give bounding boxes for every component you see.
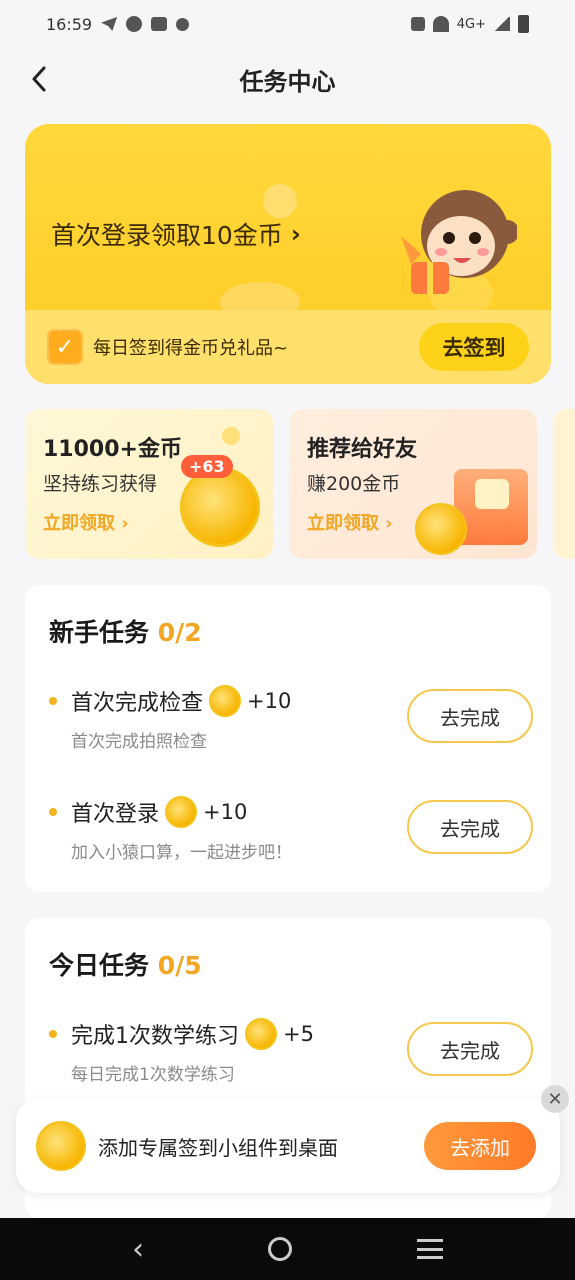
checkin-text: 每日签到得金币兑礼品~	[93, 338, 289, 359]
promo-card-refer[interactable]: 推荐给好友 赚200金币 立即领取 ›	[289, 409, 537, 559]
status-bar: 16:59 4G+	[0, 0, 575, 48]
heart-icon	[475, 479, 509, 509]
task-title-text: 首次完成检查	[71, 691, 204, 716]
task-item: 首次登录 +10 加入小猿口算，一起进步吧！ 去完成	[49, 796, 533, 866]
nav-home-icon[interactable]	[268, 1237, 293, 1261]
task-reward: +5	[283, 1022, 314, 1046]
gold-coin-icon	[165, 796, 198, 828]
bullet-dot	[49, 697, 57, 705]
newbie-tasks-section: 新手任务 0/2 首次完成检查 +10 首次完成拍照检查 去完成 首次登录 +1…	[25, 585, 551, 892]
task-desc: 加入小猿口算，一起进步吧！	[71, 843, 292, 863]
task-complete-button[interactable]: 去完成	[407, 800, 533, 854]
gold-coin-icon	[180, 467, 260, 547]
page-title: 任务中心	[239, 67, 336, 96]
check-circle-icon	[126, 16, 143, 32]
task-reward: +10	[247, 689, 292, 713]
add-widget-button[interactable]: 去添加	[424, 1122, 536, 1170]
section-count: 0/2	[157, 618, 202, 647]
signal-icon	[494, 17, 510, 31]
nav-back-icon[interactable]: ‹	[132, 1232, 144, 1267]
decor-coin-icon	[222, 427, 240, 445]
battery-icon	[518, 15, 529, 33]
task-title-text: 完成1次数学练习	[71, 1024, 239, 1049]
shield-icon	[176, 17, 190, 31]
checkin-button[interactable]: 去签到	[419, 323, 529, 371]
task-title: 首次登录 +10	[71, 796, 247, 828]
chevron-right-icon: ›	[290, 220, 301, 248]
promo-claim-link[interactable]: 立即领取 ›	[43, 509, 129, 535]
task-desc: 首次完成拍照检查	[71, 732, 207, 752]
section-title-text: 今日任务	[49, 951, 150, 980]
calendar-check-icon: ✓	[47, 329, 83, 365]
task-title-text: 首次登录	[71, 802, 160, 827]
back-button[interactable]	[22, 62, 56, 96]
promo-claim-link[interactable]: 立即领取 ›	[307, 509, 393, 535]
promo-card-partial[interactable]	[553, 409, 575, 559]
nav-menu-icon[interactable]	[416, 1239, 443, 1259]
task-title: 完成1次数学练习 +5	[71, 1018, 314, 1050]
task-item: 完成1次数学练习 +5 每日完成1次数学练习 去完成	[49, 1018, 533, 1088]
network-type: 4G+	[456, 16, 486, 32]
gold-coin-icon	[209, 685, 242, 717]
promo-title: 推荐给好友	[307, 437, 418, 462]
add-widget-popup: 添加专属签到小组件到桌面 去添加	[16, 1099, 560, 1193]
task-complete-button[interactable]: 去完成	[407, 1022, 533, 1076]
bullet-dot	[49, 1030, 57, 1038]
vibrate-icon	[410, 17, 425, 31]
banner-title-text: 首次登录领取10金币	[51, 221, 283, 250]
mail-icon	[151, 17, 168, 31]
promo-subtitle: 坚持练习获得	[43, 473, 158, 495]
task-item: 首次完成检查 +10 首次完成拍照检查 去完成	[49, 685, 533, 755]
task-title: 首次完成检查 +10	[71, 685, 291, 717]
promo-subtitle: 赚200金币	[307, 473, 401, 495]
section-count: 0/5	[157, 951, 202, 980]
chevron-left-icon	[32, 66, 46, 92]
gold-coin-icon	[415, 503, 467, 555]
page-header: 任务中心	[0, 52, 575, 106]
promo-link-text: 立即领取	[307, 513, 379, 534]
gold-coin-icon	[245, 1018, 277, 1050]
status-time: 16:59	[46, 14, 93, 34]
system-nav-bar: ‹	[0, 1218, 575, 1280]
section-title: 新手任务 0/2	[49, 613, 202, 649]
banner-title[interactable]: 首次登录领取10金币 ›	[51, 216, 301, 252]
reward-badge: +63	[181, 455, 233, 478]
wifi-icon	[432, 16, 449, 32]
monkey-mascot-icon	[401, 190, 517, 316]
gold-coin-icon	[36, 1121, 86, 1171]
decor-coin-icon	[263, 184, 297, 218]
telegram-icon	[101, 17, 118, 31]
login-reward-banner[interactable]: 首次登录领取10金币 › ✓ 每日签到得金币兑礼品~ 去签到	[25, 124, 551, 384]
section-title: 今日任务 0/5	[49, 946, 202, 982]
task-reward: +10	[203, 800, 248, 824]
close-icon[interactable]: ✕	[541, 1085, 569, 1113]
bullet-dot	[49, 808, 57, 816]
section-title-text: 新手任务	[49, 618, 150, 647]
task-desc: 每日完成1次数学练习	[71, 1065, 235, 1085]
popup-text: 添加专属签到小组件到桌面	[98, 1135, 338, 1160]
promo-title: 11000+金币	[43, 437, 182, 462]
promo-card-coins[interactable]: 11000+金币 坚持练习获得 立即领取 › +63	[25, 409, 273, 559]
task-complete-button[interactable]: 去完成	[407, 689, 533, 743]
promo-link-text: 立即领取	[43, 513, 115, 534]
daily-checkin-bar: ✓ 每日签到得金币兑礼品~ 去签到	[25, 310, 551, 384]
